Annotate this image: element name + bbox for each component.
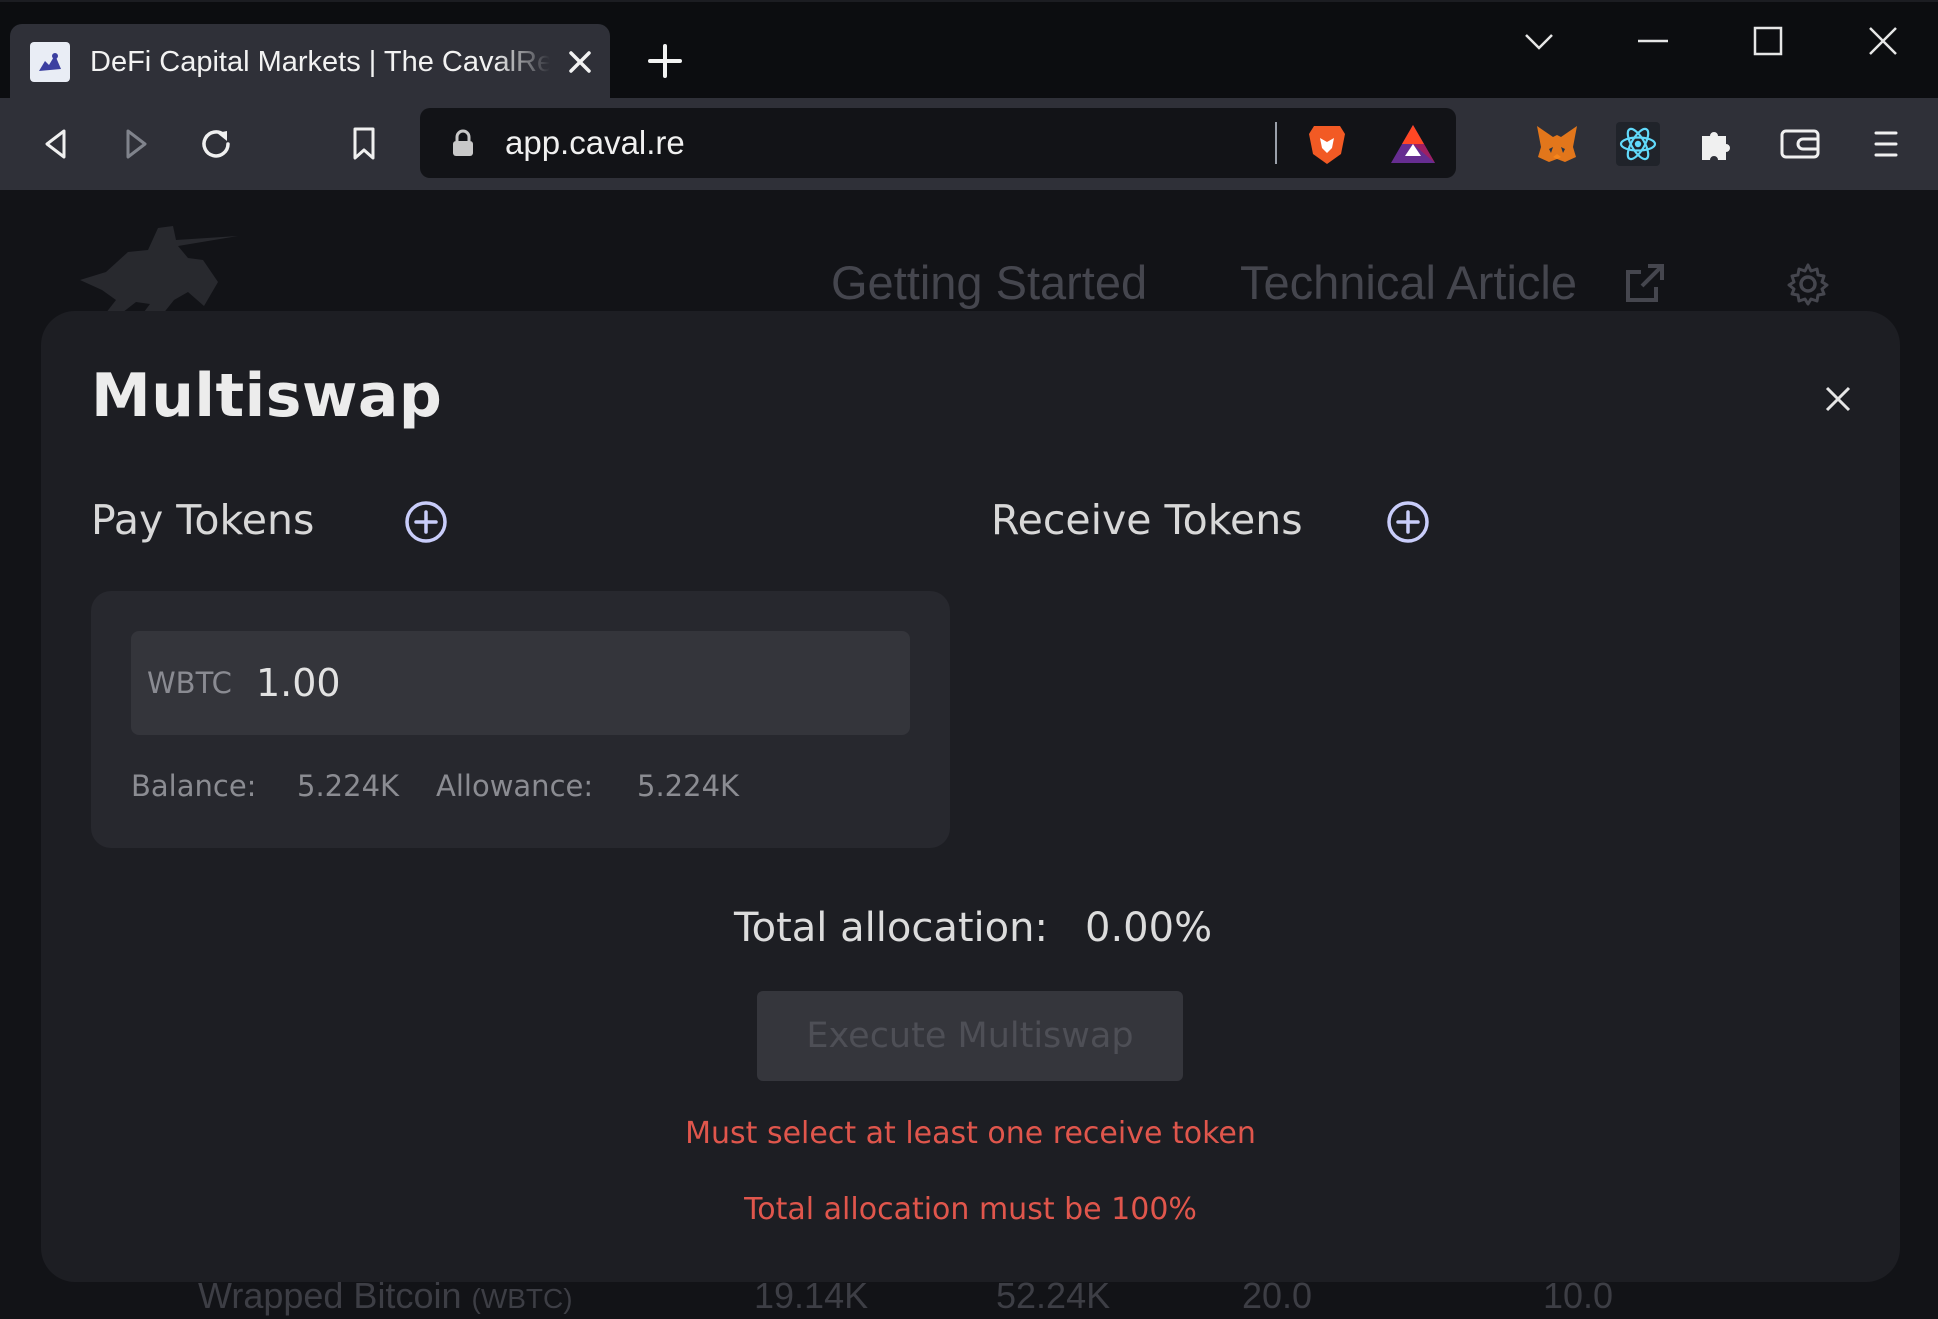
modal-title: Multiswap [91, 361, 443, 431]
browser-titlebar: DeFi Capital Markets | The CavalRe [0, 0, 1938, 100]
back-icon[interactable] [32, 120, 80, 168]
browser-tab[interactable]: DeFi Capital Markets | The CavalRe [10, 24, 610, 100]
allowance-value: 5.224K [637, 769, 740, 803]
window-close-icon[interactable] [1862, 20, 1904, 62]
error-receive-token: Must select at least one receive token [685, 1116, 1256, 1151]
lock-icon[interactable] [450, 128, 476, 158]
maximize-icon[interactable] [1747, 20, 1789, 62]
forward-icon[interactable] [112, 120, 160, 168]
brave-rewards-icon[interactable] [1388, 122, 1438, 166]
pay-amount-field[interactable]: WBTC [131, 631, 910, 735]
add-pay-token-icon[interactable] [404, 500, 448, 544]
pay-amount-input[interactable] [256, 653, 876, 713]
react-devtools-icon[interactable] [1612, 120, 1664, 168]
wallet-icon[interactable] [1776, 120, 1824, 168]
total-allocation-label: Total allocation: [734, 905, 1048, 951]
settings-gear-icon[interactable] [1786, 262, 1830, 306]
pay-tokens-title: Pay Tokens [91, 496, 315, 544]
browser-toolbar: app.caval.re [0, 98, 1938, 190]
bookmark-icon[interactable] [340, 120, 388, 168]
execute-multiswap-button[interactable]: Execute Multiswap [757, 991, 1183, 1081]
add-receive-token-icon[interactable] [1386, 500, 1430, 544]
site-favicon-icon [30, 42, 70, 82]
brave-shields-icon[interactable] [1304, 120, 1350, 166]
address-bar-divider [1275, 122, 1277, 164]
tab-title: DeFi Capital Markets | The CavalRe [90, 46, 550, 78]
external-link-icon[interactable] [1620, 260, 1668, 308]
modal-close-icon[interactable] [1822, 383, 1854, 415]
nav-technical-article[interactable]: Technical Article [1240, 255, 1577, 310]
reload-icon[interactable] [192, 120, 240, 168]
address-bar[interactable]: app.caval.re [420, 108, 1456, 178]
menu-icon[interactable] [1862, 120, 1910, 168]
pay-token-symbol: WBTC [147, 666, 232, 700]
multiswap-modal: Multiswap Pay Tokens WBTC Balance: 5.224… [41, 311, 1900, 1282]
extensions-puzzle-icon[interactable] [1692, 120, 1740, 168]
tab-close-icon[interactable] [564, 46, 596, 78]
new-tab-icon[interactable] [646, 42, 684, 80]
bg-token-symbol: (WBTC) [471, 1283, 573, 1314]
minimize-icon[interactable] [1632, 20, 1674, 62]
tab-search-chevron-icon[interactable] [1518, 20, 1560, 62]
cavalre-logo-icon [78, 220, 248, 320]
balance-label: Balance: [131, 769, 257, 803]
pay-token-card: WBTC Balance: 5.224K Allowance: 5.224K [91, 591, 950, 848]
nav-getting-started[interactable]: Getting Started [831, 255, 1147, 310]
metamask-icon[interactable] [1530, 120, 1584, 168]
url-text[interactable]: app.caval.re [505, 108, 685, 178]
balance-value: 5.224K [297, 769, 400, 803]
receive-tokens-title: Receive Tokens [991, 496, 1303, 544]
total-allocation-value: 0.00% [1085, 905, 1213, 951]
error-total-allocation: Total allocation must be 100% [744, 1192, 1197, 1227]
allowance-label: Allowance: [436, 769, 594, 803]
